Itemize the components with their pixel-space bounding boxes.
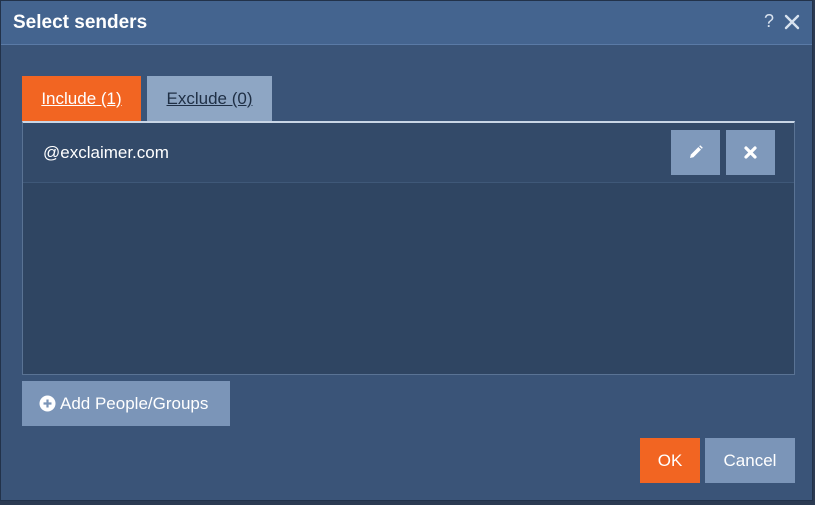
plus-circle-icon <box>39 395 56 412</box>
help-icon[interactable]: ? <box>764 11 774 32</box>
x-icon <box>744 146 757 159</box>
cancel-button[interactable]: Cancel <box>705 438 795 483</box>
tab-include[interactable]: Include (1) <box>22 76 141 121</box>
pencil-icon <box>690 145 703 158</box>
add-people-groups-label: Add People/Groups <box>60 394 209 413</box>
close-icon[interactable] <box>782 12 802 32</box>
dialog-title: Select senders <box>13 12 148 33</box>
tab-exclude[interactable]: Exclude (0) <box>147 76 272 121</box>
delete-sender-button[interactable] <box>726 130 775 175</box>
add-people-groups-button[interactable]: Add People/Groups <box>22 381 230 426</box>
senders-list-panel: @exclaimer.com <box>22 121 795 375</box>
list-item: @exclaimer.com <box>23 123 794 183</box>
select-senders-dialog: Select senders ? Include (1) Exclude (0)… <box>0 0 813 501</box>
dialog-titlebar: Select senders ? <box>1 1 812 45</box>
ok-button[interactable]: OK <box>640 438 700 483</box>
sender-value: @exclaimer.com <box>43 143 169 162</box>
edit-sender-button[interactable] <box>671 130 720 175</box>
